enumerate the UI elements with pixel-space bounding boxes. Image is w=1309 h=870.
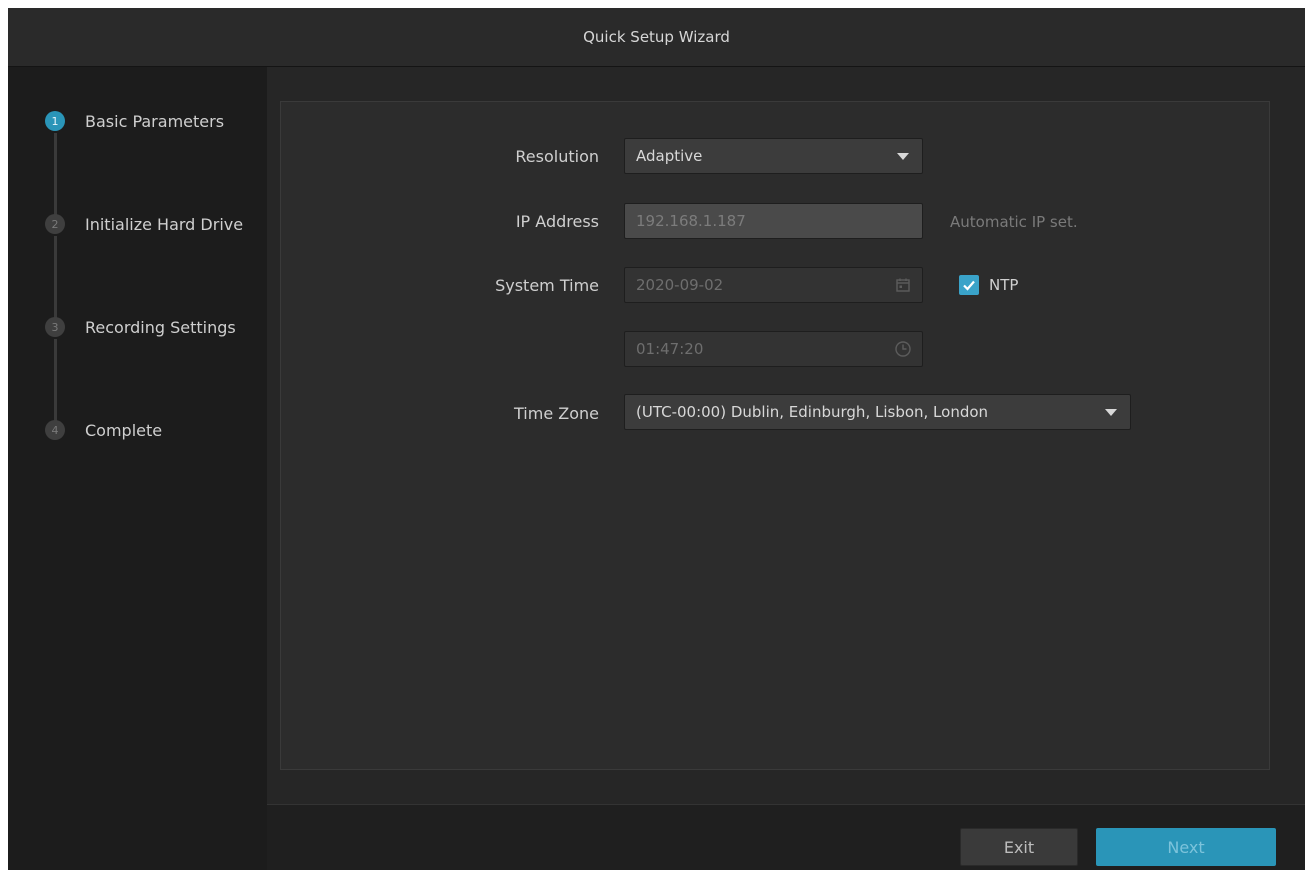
resolution-select[interactable]: Adaptive: [624, 138, 923, 174]
ip-address-field: 192.168.1.187: [624, 203, 923, 239]
wizard-window: Quick Setup Wizard 1 Basic Parameters 2 …: [8, 8, 1305, 870]
system-time-field[interactable]: 01:47:20: [624, 331, 923, 367]
basic-parameters-panel: Resolution Adaptive IP Address 192.168.1…: [280, 101, 1270, 770]
system-time-label: System Time: [495, 276, 599, 295]
step-complete: 4 Complete: [45, 420, 162, 440]
step-connector: [54, 133, 57, 215]
time-zone-select[interactable]: (UTC-00:00) Dublin, Edinburgh, Lisbon, L…: [624, 394, 1131, 430]
time-zone-label: Time Zone: [514, 404, 599, 423]
step-number: 1: [45, 111, 65, 131]
step-number: 4: [45, 420, 65, 440]
main-content: Resolution Adaptive IP Address 192.168.1…: [267, 67, 1305, 804]
checkmark-icon: [963, 280, 975, 291]
resolution-value: Adaptive: [636, 147, 703, 165]
footer-bar: Exit Next: [267, 804, 1305, 870]
step-recording-settings: 3 Recording Settings: [45, 317, 236, 337]
calendar-icon[interactable]: [894, 276, 912, 294]
step-basic-parameters: 1 Basic Parameters: [45, 111, 224, 131]
clock-icon[interactable]: [894, 340, 912, 358]
exit-button[interactable]: Exit: [960, 828, 1078, 866]
step-label: Initialize Hard Drive: [85, 214, 244, 234]
chevron-down-icon: [897, 153, 909, 160]
resolution-label: Resolution: [515, 147, 599, 166]
window-title: Quick Setup Wizard: [583, 28, 730, 46]
ntp-label: NTP: [989, 276, 1019, 294]
ip-address-value: 192.168.1.187: [636, 212, 746, 230]
title-bar: Quick Setup Wizard: [8, 8, 1305, 67]
step-connector: [54, 339, 57, 422]
time-zone-value: (UTC-00:00) Dublin, Edinburgh, Lisbon, L…: [636, 403, 989, 421]
next-button[interactable]: Next: [1096, 828, 1276, 866]
system-date-field[interactable]: 2020-09-02: [624, 267, 923, 303]
chevron-down-icon: [1105, 409, 1117, 416]
steps-sidebar: 1 Basic Parameters 2 Initialize Hard Dri…: [8, 67, 267, 870]
step-connector: [54, 236, 57, 319]
step-label: Complete: [85, 420, 163, 440]
step-label: Recording Settings: [85, 317, 236, 337]
ip-address-label: IP Address: [515, 212, 599, 231]
step-number: 2: [45, 214, 65, 234]
ip-address-hint: Automatic IP set.: [950, 213, 1078, 231]
system-time-value: 01:47:20: [636, 340, 704, 358]
system-date-value: 2020-09-02: [636, 276, 724, 294]
ntp-checkbox[interactable]: [959, 275, 979, 295]
step-label: Basic Parameters: [85, 111, 225, 131]
step-number: 3: [45, 317, 65, 337]
step-initialize-hard-drive: 2 Initialize Hard Drive: [45, 214, 243, 234]
